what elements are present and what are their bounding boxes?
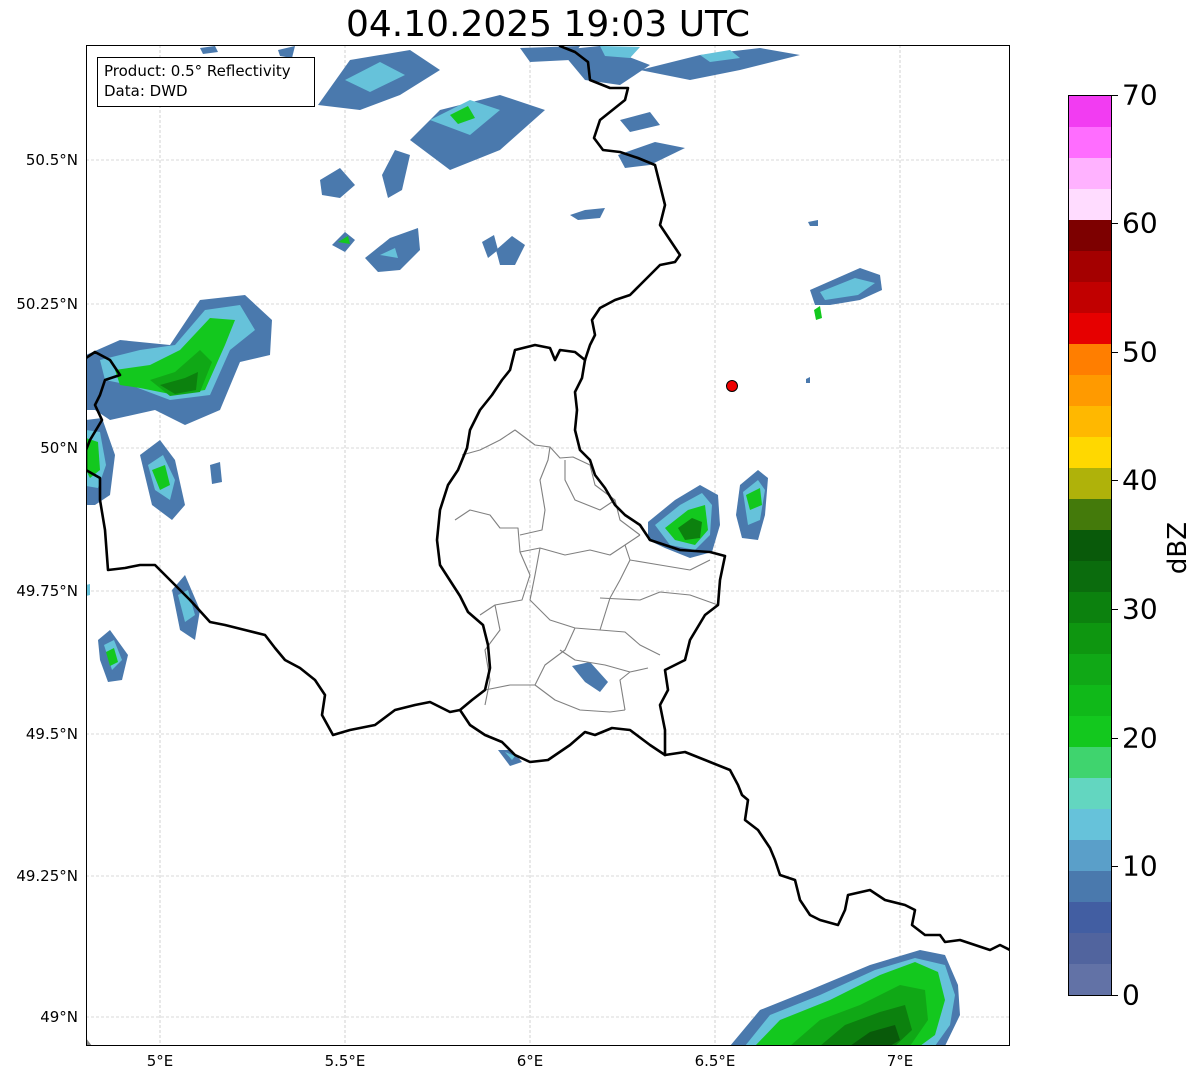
colorbar-segment (1069, 933, 1111, 964)
colorbar-tick (1112, 223, 1118, 224)
colorbar-label: 10 (1122, 849, 1158, 883)
colorbar-segment (1069, 313, 1111, 344)
echo-central-north (320, 150, 605, 272)
colorbar-segment (1069, 809, 1111, 840)
colorbar-segment (1069, 220, 1111, 251)
radar-map[interactable] (86, 45, 1010, 1046)
echo-southeast (87, 950, 960, 1045)
lat-tick-label: 49°N (40, 1008, 78, 1026)
lon-tick-label: 5°E (146, 1052, 174, 1070)
colorbar-segment (1069, 685, 1111, 716)
map-canvas (87, 46, 1009, 1045)
colorbar-segment (1069, 902, 1111, 933)
colorbar (1068, 95, 1112, 996)
colorbar-tick (1112, 866, 1118, 867)
border-belgium-germany (558, 46, 682, 362)
colorbar-segment (1069, 127, 1111, 158)
reflectivity-echoes (87, 46, 960, 1045)
colorbar-label: 50 (1122, 335, 1158, 369)
lon-tick-label: 5.5°E (324, 1052, 366, 1070)
colorbar-segment (1069, 96, 1111, 127)
colorbar-segment (1069, 468, 1111, 499)
lat-tick-label: 49.25°N (16, 867, 78, 885)
colorbar-label: 60 (1122, 206, 1158, 240)
colorbar-segment (1069, 375, 1111, 406)
colorbar-label: 0 (1122, 978, 1140, 1012)
colorbar-tick (1112, 352, 1118, 353)
colorbar-segment (1069, 654, 1111, 685)
colorbar-tick (1112, 738, 1118, 739)
colorbar-segment (1069, 530, 1111, 561)
colorbar-segment (1069, 716, 1111, 747)
colorbar-segment (1069, 499, 1111, 530)
colorbar-segment (1069, 592, 1111, 623)
colorbar-segment (1069, 344, 1111, 375)
colorbar-segment (1069, 189, 1111, 220)
product-info-box: Product: 0.5° Reflectivity Data: DWD (97, 57, 315, 107)
colorbar-segment (1069, 623, 1111, 654)
lat-tick-label: 50.5°N (25, 151, 78, 169)
data-source-label: Data: DWD (104, 82, 188, 100)
lat-tick-label: 50°N (40, 439, 78, 457)
colorbar-label: 20 (1122, 721, 1158, 755)
lat-tick-label: 50.25°N (16, 295, 78, 313)
colorbar-segment (1069, 158, 1111, 189)
colorbar-segment (1069, 437, 1111, 468)
map-title: 04.10.2025 19:03 UTC (345, 4, 751, 45)
colorbar-segment (1069, 840, 1111, 871)
graticule (87, 46, 1009, 1045)
colorbar-label: 40 (1122, 463, 1158, 497)
colorbar-label: 70 (1122, 78, 1158, 112)
colorbar-tick (1112, 995, 1118, 996)
colorbar-segment (1069, 964, 1111, 995)
echo-east (498, 220, 882, 766)
colorbar-tick (1112, 95, 1118, 96)
lon-tick-label: 7°E (886, 1052, 914, 1070)
colorbar-tick (1112, 480, 1118, 481)
colorbar-segment (1069, 747, 1111, 778)
colorbar-label: 30 (1122, 592, 1158, 626)
country-borders (87, 46, 1009, 952)
lat-tick-label: 49.75°N (16, 582, 78, 600)
colorbar-segment (1069, 778, 1111, 809)
colorbar-segment (1069, 282, 1111, 313)
colorbar-segment (1069, 871, 1111, 902)
lon-tick-label: 6.5°E (694, 1052, 736, 1070)
colorbar-unit-label: dBZ (1163, 521, 1193, 575)
colorbar-segment (1069, 251, 1111, 282)
colorbar-segment (1069, 406, 1111, 437)
colorbar-segment (1069, 561, 1111, 592)
lat-tick-label: 49.5°N (25, 725, 78, 743)
lon-tick-label: 6°E (516, 1052, 544, 1070)
echo-northwest (87, 295, 272, 520)
border-germany-france (663, 750, 1009, 952)
product-label: Product: 0.5° Reflectivity (104, 62, 291, 80)
radar-site-marker (726, 380, 738, 392)
colorbar-tick (1112, 609, 1118, 610)
